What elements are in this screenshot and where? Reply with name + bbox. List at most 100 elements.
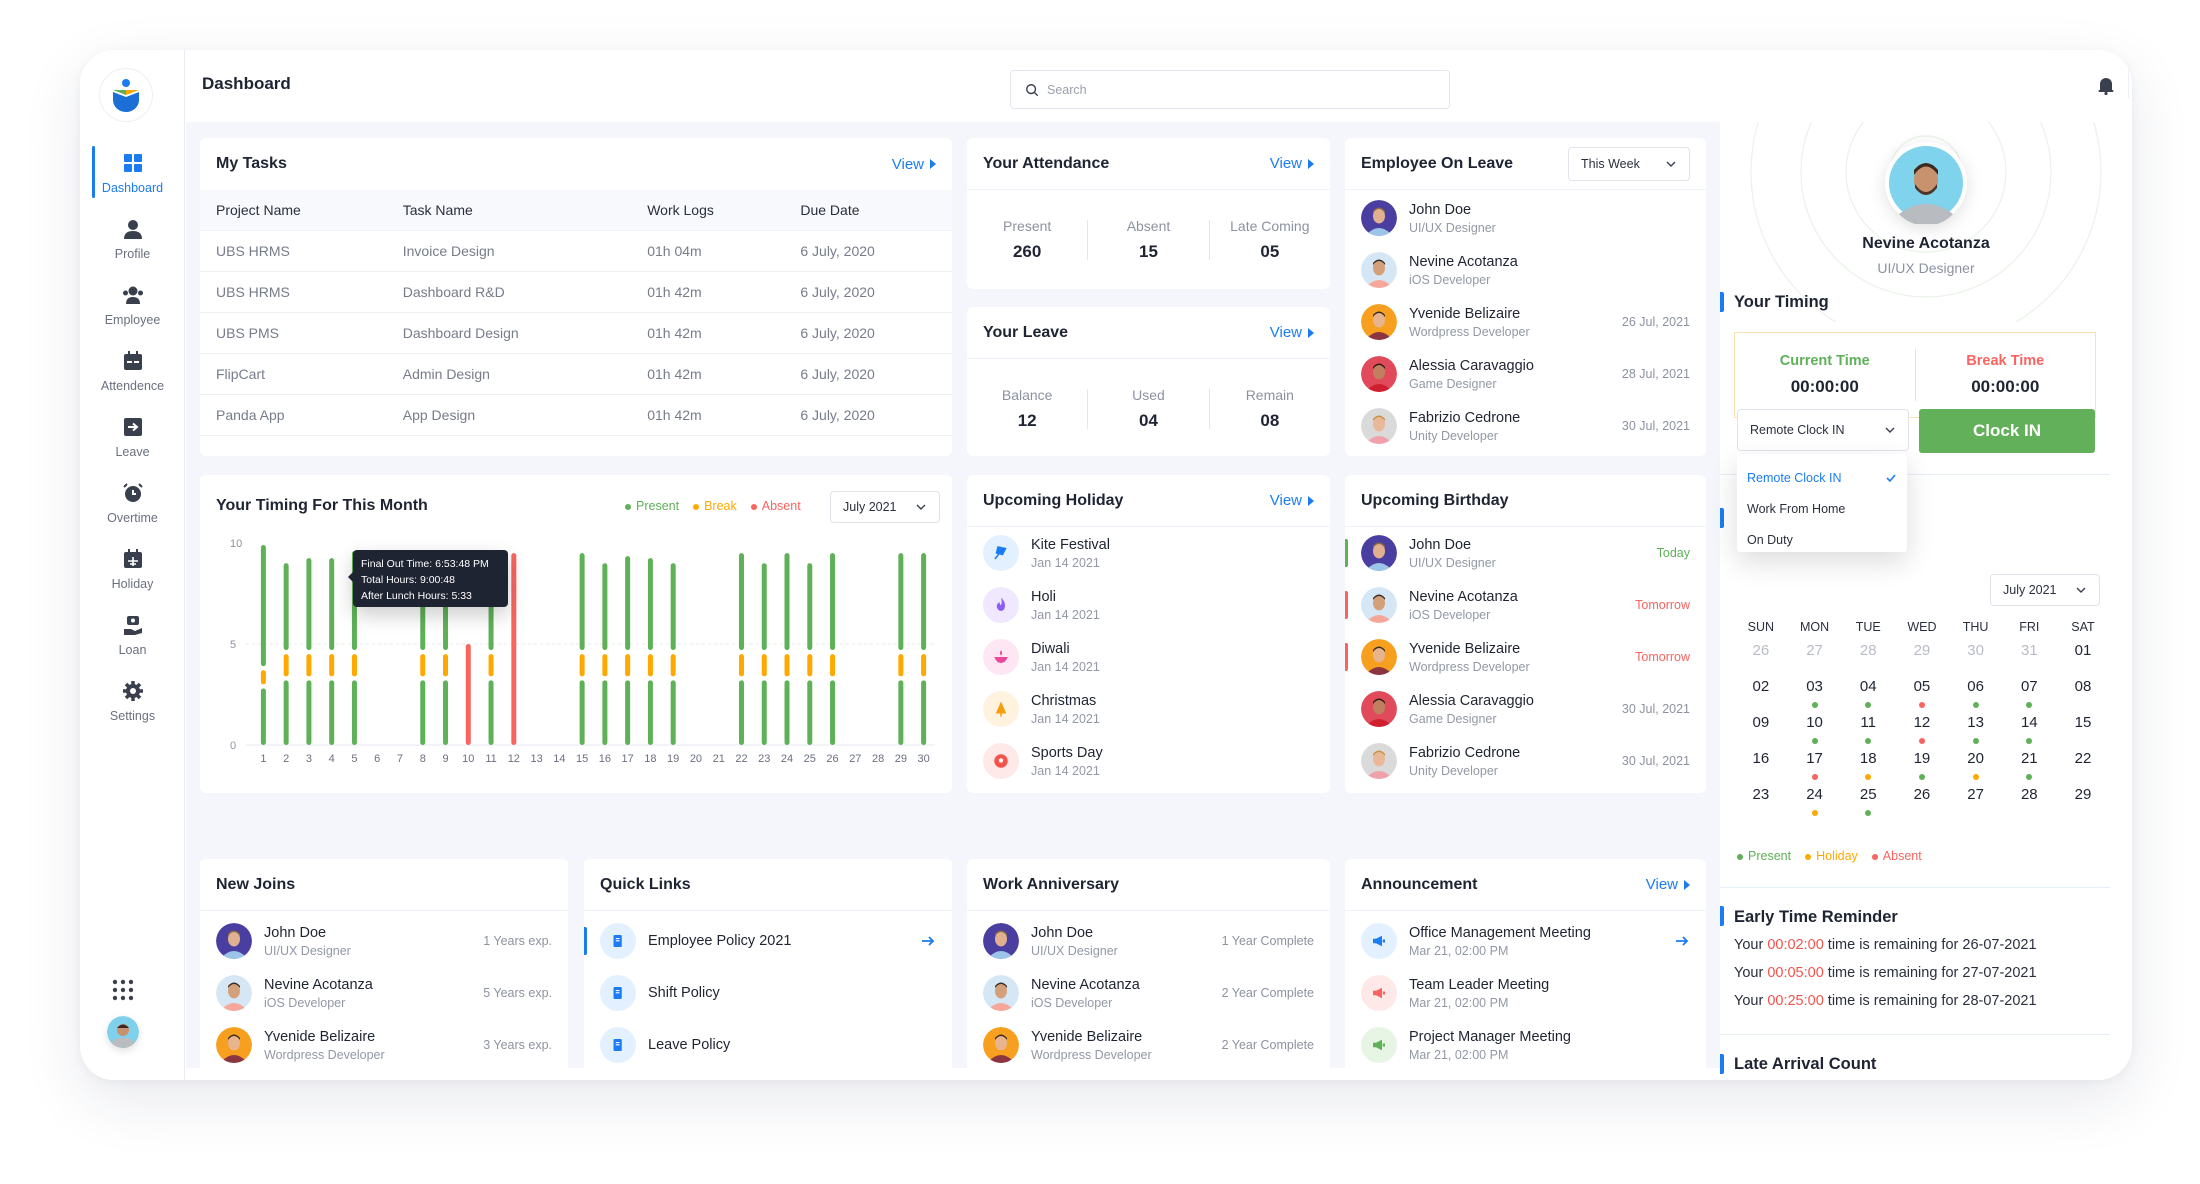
break-bar[interactable] [738, 654, 744, 677]
break-bar[interactable] [488, 654, 494, 677]
calendar-day[interactable]: 26 [1895, 786, 1949, 822]
avatar[interactable] [216, 1027, 252, 1063]
present-bar-lower[interactable] [306, 680, 312, 745]
holiday-item[interactable]: Diwali Jan 14 2021 [967, 631, 1330, 683]
break-bar[interactable] [443, 654, 449, 677]
present-bar-upper[interactable] [283, 563, 289, 651]
table-row[interactable]: UBS PMS Dashboard Design 01h 42m 6 July, 20… [200, 312, 952, 354]
calendar-day[interactable]: 29 [2056, 786, 2110, 822]
break-bar[interactable] [784, 654, 790, 677]
list-item[interactable]: Yvenide Belizaire Wordpress Developer Tomo… [1345, 631, 1706, 683]
list-item[interactable]: Yvenide Belizaire Wordpress Developer 26 J… [1345, 296, 1706, 348]
present-bar-upper[interactable] [761, 563, 767, 651]
list-item[interactable]: John Doe UI/UX Designer 1 Year Complete [967, 915, 1330, 967]
sidebar-item-dashboard[interactable]: Dashboard [80, 140, 185, 206]
calendar-day[interactable]: 31 [2002, 642, 2056, 678]
sidebar-item-settings[interactable]: Settings [80, 668, 185, 734]
avatar[interactable] [1361, 691, 1397, 727]
column-header[interactable]: Work Logs [631, 190, 785, 231]
avatar[interactable] [983, 975, 1019, 1011]
present-bar-lower[interactable] [443, 680, 449, 745]
break-bar[interactable] [260, 670, 266, 685]
calendar-day[interactable]: 21 [2002, 750, 2056, 786]
calendar-day[interactable]: 28 [1841, 642, 1895, 678]
present-bar-upper[interactable] [670, 563, 676, 651]
column-header[interactable]: Project Name [200, 190, 387, 231]
calendar-day[interactable]: 27 [1788, 642, 1842, 678]
avatar[interactable] [1361, 639, 1397, 675]
present-bar-lower[interactable] [898, 680, 904, 745]
present-bar-lower[interactable] [602, 680, 608, 745]
calendar-day[interactable]: 05 [1895, 678, 1949, 714]
table-row[interactable]: Panda App App Design 01h 42m 6 July, 2020 [200, 394, 952, 436]
present-bar-lower[interactable] [579, 680, 585, 745]
break-bar[interactable] [625, 654, 631, 677]
list-item[interactable]: Nevine Acotanza iOS Developer 2 Year Compl… [967, 967, 1330, 1019]
holiday-view-link[interactable]: View [1270, 492, 1314, 509]
break-bar[interactable] [670, 654, 676, 677]
calendar-day[interactable]: 29 [1895, 642, 1949, 678]
calendar-month-select[interactable]: July 2021 [1990, 574, 2100, 606]
break-bar[interactable] [807, 654, 813, 677]
present-bar-upper[interactable] [306, 558, 312, 651]
break-bar[interactable] [761, 654, 767, 677]
holiday-item[interactable]: Kite Festival Jan 14 2021 [967, 527, 1330, 579]
break-bar[interactable] [351, 654, 357, 677]
calendar-day[interactable]: 24 [1788, 786, 1842, 822]
avatar[interactable] [983, 923, 1019, 959]
calendar-day[interactable]: 12 [1895, 714, 1949, 750]
avatar[interactable] [1361, 408, 1397, 444]
avatar[interactable] [983, 1027, 1019, 1063]
dropdown-option[interactable]: Remote Clock IN [1737, 462, 1907, 493]
table-row[interactable]: UBS HRMS Invoice Design 01h 04m 6 July, 202… [200, 230, 952, 272]
break-bar[interactable] [921, 654, 927, 677]
calendar-day[interactable]: 03 [1788, 678, 1842, 714]
present-bar-lower[interactable] [738, 680, 744, 745]
list-item[interactable]: John Doe UI/UX Designer 1 Years exp. [200, 915, 568, 967]
present-bar-lower[interactable] [420, 680, 426, 745]
calendar-day[interactable]: 01 [2056, 642, 2110, 678]
sidebar-item-profile[interactable]: Profile [80, 206, 185, 272]
calendar-day[interactable]: 06 [1949, 678, 2003, 714]
announcement-view-link[interactable]: View [1646, 876, 1690, 893]
avatar[interactable] [1361, 535, 1397, 571]
bell-icon[interactable] [2095, 74, 2117, 96]
profile-avatar[interactable] [1885, 142, 1967, 224]
calendar-day[interactable]: 22 [2056, 750, 2110, 786]
leave-view-link[interactable]: View [1270, 324, 1314, 341]
present-bar-upper[interactable] [647, 558, 653, 651]
avatar[interactable] [1361, 252, 1397, 288]
dropdown-option[interactable]: On Duty [1737, 524, 1907, 555]
announcement-item[interactable]: Office Management Meeting Mar 21, 02:00 P… [1345, 915, 1706, 967]
present-bar-lower[interactable] [283, 680, 289, 745]
calendar-day[interactable]: 14 [2002, 714, 2056, 750]
column-header[interactable]: Task Name [386, 190, 632, 231]
list-item[interactable]: Alessia Caravaggio Game Designer 30 Jul, 2… [1345, 683, 1706, 735]
list-item[interactable]: John Doe UI/UX Designer Today [1345, 527, 1706, 579]
present-bar-upper[interactable] [807, 563, 813, 651]
avatar[interactable] [216, 923, 252, 959]
present-bar-upper[interactable] [921, 553, 927, 651]
column-header[interactable]: Due Date [784, 190, 952, 231]
arrow-right-icon[interactable] [920, 933, 936, 949]
avatar[interactable] [216, 975, 252, 1011]
list-item[interactable]: Yvenide Belizaire Wordpress Developer 2 Ye… [967, 1019, 1330, 1071]
table-row[interactable]: FlipCart Admin Design 01h 42m 6 July, 2020 [200, 353, 952, 395]
dropdown-option[interactable]: Work From Home [1737, 493, 1907, 524]
break-bar[interactable] [283, 654, 289, 677]
calendar-day[interactable]: 27 [1949, 786, 2003, 822]
app-logo[interactable] [99, 68, 153, 122]
sidebar-item-overtime[interactable]: Overtime [80, 470, 185, 536]
list-item[interactable]: Nevine Acotanza iOS Developer 5 Years exp. [200, 967, 568, 1019]
sidebar-item-attendence[interactable]: Attendence [80, 338, 185, 404]
calendar-day[interactable]: 18 [1841, 750, 1895, 786]
calendar-day[interactable]: 16 [1734, 750, 1788, 786]
present-bar-lower[interactable] [351, 680, 357, 745]
absent-bar[interactable] [465, 644, 471, 745]
calendar-day[interactable]: 23 [1734, 786, 1788, 822]
sidebar-item-employee[interactable]: Employee [80, 272, 185, 338]
calendar-day[interactable]: 19 [1895, 750, 1949, 786]
present-bar-upper[interactable] [898, 553, 904, 651]
present-bar-upper[interactable] [602, 563, 608, 651]
break-bar[interactable] [898, 654, 904, 677]
